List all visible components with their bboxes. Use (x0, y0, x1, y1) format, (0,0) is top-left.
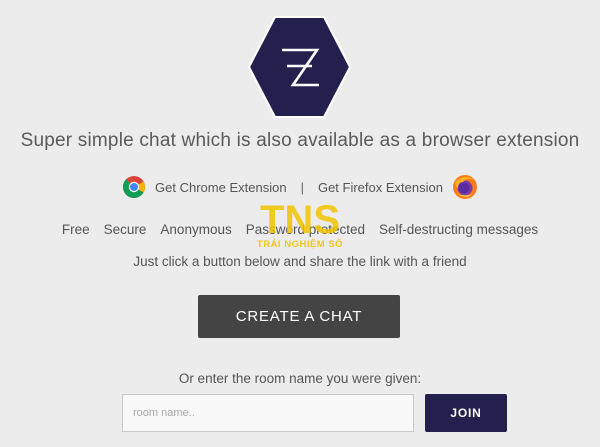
watermark-sub-text: TRẢI NGHIỆM SỐ (257, 238, 343, 250)
room-name-label: Or enter the room name you were given: (178, 371, 422, 386)
extension-links: Get Chrome Extension | Get Firefox Exten… (0, 174, 600, 200)
join-button[interactable]: JOIN (425, 394, 507, 432)
firefox-extension-label: Get Firefox Extension (317, 179, 443, 195)
firefox-extension-link[interactable]: Get Firefox Extension (318, 174, 478, 200)
create-chat-button[interactable]: CREATE A CHAT (198, 295, 400, 338)
feature-list: Free Secure Anonymous Password protected… (0, 222, 600, 237)
room-name-input[interactable] (122, 394, 414, 432)
firefox-icon (452, 175, 477, 199)
feature-password-protected: Password protected (245, 222, 366, 237)
chrome-extension-label: Get Chrome Extension (155, 179, 287, 195)
chrome-extension-link[interactable]: Get Chrome Extension (122, 175, 287, 199)
extension-separator: | (300, 179, 304, 195)
feature-free: Free (61, 222, 90, 237)
chrome-icon (123, 176, 146, 198)
tagline: Super simple chat which is also availabl… (20, 130, 580, 151)
feature-secure: Secure (103, 222, 147, 237)
z-hexagon-logo-icon (247, 16, 352, 118)
feature-self-destructing: Self-destructing messages (379, 222, 539, 237)
feature-anonymous: Anonymous (160, 222, 232, 237)
app-logo (247, 15, 352, 120)
instruction-text: Just click a button below and share the … (133, 254, 467, 269)
